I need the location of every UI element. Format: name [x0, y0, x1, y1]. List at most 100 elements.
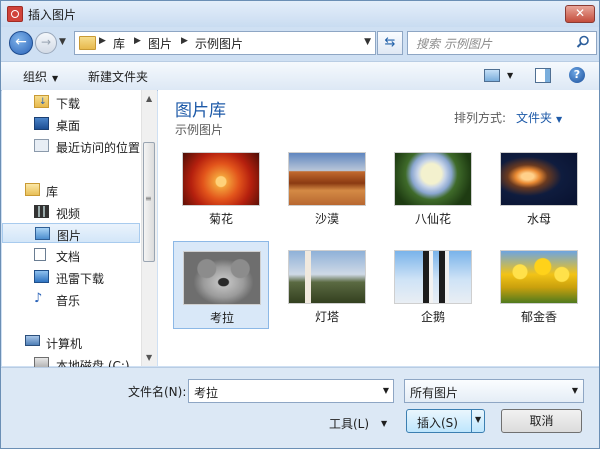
navigation-scrollbar[interactable]: ▲ ≡ ▼ — [141, 90, 157, 366]
thunder-download-icon — [34, 270, 49, 283]
breadcrumb-item[interactable]: 示例图片 — [195, 35, 243, 52]
address-row: ← → ▼ ▶ 库 ▶ 图片 ▶ 示例图片 ▼ ⇆ 搜索 示例图片 — [1, 27, 599, 59]
window-title: 插入图片 — [28, 8, 77, 22]
music-library-icon: ♪ — [34, 291, 43, 306]
help-icon[interactable]: ? — [569, 67, 585, 83]
nav-item-libraries[interactable]: 库 — [2, 180, 140, 200]
computer-icon — [25, 335, 40, 346]
nav-item-label: 最近访问的位置 — [56, 141, 141, 155]
desert-photo — [288, 152, 366, 206]
file-name: 考拉 — [209, 311, 234, 325]
arrange-by-dropdown[interactable]: 文件夹 ▼ — [516, 109, 562, 126]
file-thumbnail[interactable]: 八仙花 — [385, 143, 481, 231]
downloads-folder-icon: ↓ — [34, 95, 49, 108]
breadcrumb-item[interactable]: 图片 — [148, 35, 172, 52]
tools-dropdown-icon[interactable]: ▼ — [381, 419, 387, 428]
file-thumbnail[interactable]: 水母 — [491, 143, 587, 231]
nav-item-thunder-downloads[interactable]: 迅雷下载 — [2, 267, 140, 287]
address-dropdown-icon[interactable]: ▼ — [364, 37, 371, 47]
organize-menu-button[interactable]: 组织 ▼ — [23, 68, 58, 85]
nav-item-music[interactable]: ♪ 音乐 — [2, 289, 140, 309]
search-input[interactable]: 搜索 示例图片 — [407, 31, 597, 55]
nav-item-label: 文档 — [56, 250, 81, 264]
title-bar[interactable]: 插入图片 ✕ — [1, 1, 599, 27]
file-type-select[interactable]: 所有图片 ▼ — [404, 379, 584, 403]
arrange-by-value: 文件夹 — [516, 111, 553, 125]
scroll-up-arrow-icon[interactable]: ▲ — [146, 94, 152, 103]
breadcrumb-chevron-icon[interactable]: ▶ — [181, 36, 188, 46]
file-name: 八仙花 — [414, 212, 451, 226]
nav-item-computer[interactable]: 计算机 — [2, 332, 140, 352]
nav-item-desktop[interactable]: 桌面 — [2, 114, 140, 134]
insert-options-dropdown-icon[interactable]: ▼ — [475, 415, 481, 424]
arrange-by-label: 排列方式: — [454, 111, 507, 125]
videos-library-icon — [34, 205, 49, 218]
penguins-photo — [394, 250, 472, 304]
breadcrumb-chevron-icon[interactable]: ▶ — [99, 36, 106, 46]
view-options-dropdown-icon[interactable]: ▼ — [507, 71, 513, 80]
preview-pane-icon[interactable] — [535, 68, 551, 83]
lighthouse-photo — [288, 250, 366, 304]
file-name: 企鹅 — [420, 310, 445, 324]
file-name: 郁金香 — [520, 310, 557, 324]
file-name: 沙漠 — [314, 212, 339, 226]
chevron-down-icon: ▼ — [571, 386, 578, 395]
change-view-icon[interactable] — [484, 69, 500, 82]
address-bar[interactable]: ▶ 库 ▶ 图片 ▶ 示例图片 ▼ — [74, 31, 376, 55]
koala-photo — [183, 251, 261, 305]
nav-item-pictures[interactable]: 图片 — [2, 223, 140, 243]
search-placeholder: 搜索 示例图片 — [416, 37, 492, 51]
file-thumbnail[interactable]: 菊花 — [173, 143, 269, 231]
filename-dropdown-icon[interactable]: ▼ — [383, 386, 389, 395]
breadcrumb-item[interactable]: 库 — [113, 35, 125, 52]
search-icon[interactable] — [576, 35, 590, 49]
documents-library-icon — [34, 248, 46, 261]
scroll-down-arrow-icon[interactable]: ▼ — [146, 353, 152, 362]
nav-item-recent-places[interactable]: 最近访问的位置 — [2, 136, 140, 156]
nav-item-label: 计算机 — [46, 337, 83, 351]
dialog-footer: 文件名(N): 考拉 ▼ 所有图片 ▼ 工具(L) ▼ 插入(S) ▼ 取消 — [1, 367, 599, 448]
back-button[interactable]: ← — [9, 31, 33, 55]
nav-item-label: 下载 — [56, 97, 81, 111]
nav-item-label: 库 — [46, 185, 59, 199]
filename-input[interactable]: 考拉 ▼ — [188, 379, 394, 403]
organize-label: 组织 — [23, 70, 48, 84]
nav-item-label: 视频 — [56, 207, 81, 221]
filename-label: 文件名(N): — [128, 385, 187, 399]
tools-button[interactable]: 工具(L) — [329, 415, 369, 432]
nav-item-videos[interactable]: 视频 — [2, 202, 140, 222]
nav-item-label: 音乐 — [56, 294, 81, 308]
file-name: 水母 — [526, 212, 551, 226]
forward-button[interactable]: → — [35, 32, 57, 54]
chevron-down-icon: ▼ — [52, 74, 59, 83]
cancel-button[interactable]: 取消 — [501, 409, 582, 433]
tulips-photo — [500, 250, 578, 304]
nav-item-label: 迅雷下载 — [56, 272, 105, 286]
command-toolbar: 组织 ▼ 新建文件夹 ▼ ? — [1, 61, 599, 91]
breadcrumb-chevron-icon[interactable]: ▶ — [134, 36, 141, 46]
recent-places-icon — [34, 139, 49, 152]
file-thumbnail[interactable]: 沙漠 — [279, 143, 375, 231]
file-list-pane: 图片库 示例图片 排列方式: 文件夹▼ 菊花 沙漠 八仙花 水母 考拉 灯塔 — [158, 90, 599, 366]
pictures-library-icon — [35, 227, 50, 240]
nav-item-documents[interactable]: 文档 — [2, 245, 140, 265]
new-folder-button[interactable]: 新建文件夹 — [88, 68, 148, 85]
file-thumbnail[interactable]: 企鹅 — [385, 241, 481, 329]
close-button[interactable]: ✕ — [565, 5, 595, 23]
folder-icon — [79, 36, 96, 50]
file-thumbnail[interactable]: 郁金香 — [491, 241, 587, 329]
file-name: 菊花 — [208, 212, 233, 226]
nav-item-downloads[interactable]: ↓ 下载 — [2, 92, 140, 112]
recent-pages-dropdown-icon[interactable]: ▼ — [59, 37, 66, 47]
insert-picture-dialog: 插入图片 ✕ ← → ▼ ▶ 库 ▶ 图片 ▶ 示例图片 ▼ ⇆ 搜索 示例图片… — [0, 0, 600, 449]
file-type-value: 所有图片 — [410, 386, 459, 400]
file-thumbnail-selected[interactable]: 考拉 — [173, 241, 269, 329]
filename-value: 考拉 — [194, 386, 219, 400]
refresh-button[interactable]: ⇆ — [377, 31, 403, 55]
app-icon — [7, 6, 23, 22]
library-subtitle: 示例图片 — [175, 123, 224, 137]
insert-button[interactable]: 插入(S) ▼ — [406, 409, 485, 433]
jellyfish-photo — [500, 152, 578, 206]
file-thumbnail[interactable]: 灯塔 — [279, 241, 375, 329]
chevron-down-icon: ▼ — [556, 115, 563, 124]
